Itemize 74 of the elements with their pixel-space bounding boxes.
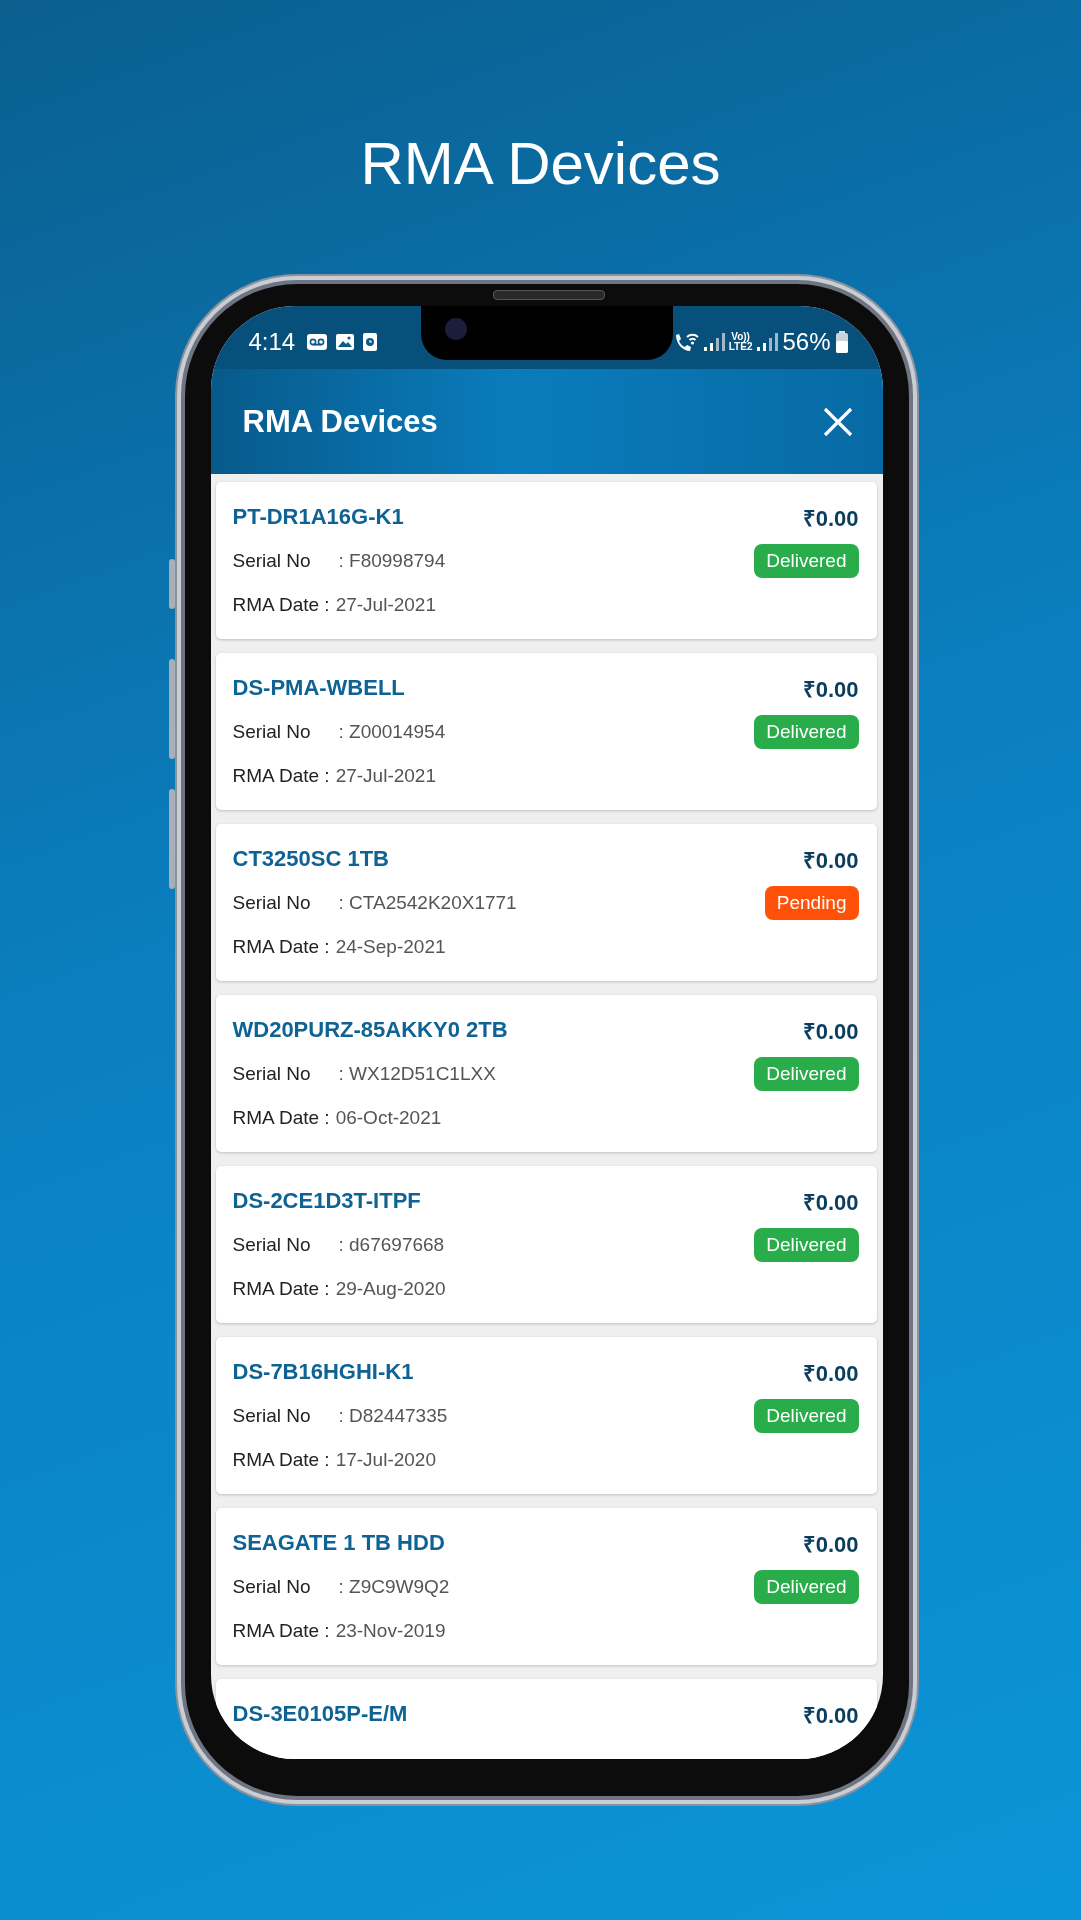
rma-date: 23-Nov-2019 bbox=[335, 1620, 446, 1642]
image-icon bbox=[335, 332, 356, 351]
device-card[interactable]: WD20PURZ-85AKKY0 2TB ₹0.00 Serial No : WX12D51C1LXX Delivered RMA Date : 06-Oct-2021 bbox=[215, 995, 877, 1152]
status-badge: Delivered bbox=[754, 544, 859, 578]
page-title: RMA Devices bbox=[360, 129, 721, 199]
serial-number: : D82447335 bbox=[338, 1405, 448, 1427]
rma-date: 27-Jul-2021 bbox=[335, 594, 436, 616]
signal-icon bbox=[756, 331, 779, 352]
device-name: SEAGATE 1 TB HDD bbox=[232, 1530, 445, 1556]
field-label: RMA Date : bbox=[232, 1449, 330, 1471]
price: ₹0.00 bbox=[802, 1702, 859, 1729]
network-label: Vo)) bbox=[731, 331, 750, 342]
status-badge: Delivered bbox=[754, 1570, 859, 1604]
serial-number: : CTA2542K20X1771 bbox=[338, 892, 517, 914]
device-name: DS-7B16HGHI-K1 bbox=[232, 1359, 414, 1385]
camera-lens bbox=[444, 318, 467, 340]
price: ₹0.00 bbox=[802, 676, 859, 703]
field-label: RMA Date : bbox=[232, 594, 330, 616]
field-label: Serial No bbox=[232, 892, 312, 914]
device-name: DS-3E0105P-E/M bbox=[232, 1701, 408, 1727]
header-title: RMA Devices bbox=[242, 403, 438, 440]
status-badge: Delivered bbox=[754, 1057, 859, 1091]
rma-date: 29-Aug-2020 bbox=[335, 1278, 446, 1300]
clock-icon bbox=[362, 331, 379, 352]
rma-date: 17-Jul-2020 bbox=[335, 1449, 436, 1471]
serial-number: : WX12D51C1LXX bbox=[338, 1063, 496, 1085]
device-card[interactable]: PT-DR1A16G-K1 ₹0.00 Serial No : F80998794 Delivered RMA Date : 27-Jul-2021 bbox=[215, 482, 877, 639]
battery-icon bbox=[834, 329, 849, 354]
network-label: LTE2 bbox=[728, 341, 753, 352]
voicemail-icon bbox=[306, 332, 329, 351]
field-label: Serial No bbox=[232, 550, 312, 572]
device-card[interactable]: DS-7B16HGHI-K1 ₹0.00 Serial No : D82447335 Delivered RMA Date : 17-Jul-2020 bbox=[215, 1337, 877, 1494]
close-icon bbox=[822, 406, 853, 437]
price: ₹0.00 bbox=[802, 1360, 859, 1387]
field-label: RMA Date : bbox=[232, 1107, 330, 1129]
field-label: Serial No bbox=[232, 1234, 312, 1256]
field-label: RMA Date : bbox=[232, 1278, 330, 1300]
status-badge: Pending bbox=[764, 886, 859, 920]
rma-date: 27-Jul-2021 bbox=[335, 765, 436, 787]
device-card[interactable]: DS-PMA-WBELL ₹0.00 Serial No : Z00014954 Delivered RMA Date : 27-Jul-2021 bbox=[215, 653, 877, 810]
field-label: RMA Date : bbox=[232, 765, 330, 787]
status-badge: Delivered bbox=[754, 1228, 859, 1262]
field-label: RMA Date : bbox=[232, 936, 330, 958]
field-label: Serial No bbox=[232, 1576, 312, 1598]
price: ₹0.00 bbox=[802, 1018, 859, 1045]
field-label: Serial No bbox=[232, 1405, 312, 1427]
clock: 4:14 bbox=[248, 327, 296, 356]
device-card[interactable]: DS-2CE1D3T-ITPF ₹0.00 Serial No : d67697668 Delivered RMA Date : 29-Aug-2020 bbox=[215, 1166, 877, 1323]
device-card[interactable]: DS-3E0105P-E/M ₹0.00 bbox=[215, 1679, 877, 1759]
rma-date: 24-Sep-2021 bbox=[335, 936, 446, 958]
serial-number: : d67697668 bbox=[338, 1234, 445, 1256]
field-label: RMA Date : bbox=[232, 1620, 330, 1642]
rma-date: 06-Oct-2021 bbox=[335, 1107, 442, 1129]
serial-number: : F80998794 bbox=[338, 550, 446, 572]
device-name: DS-PMA-WBELL bbox=[232, 675, 405, 701]
battery-level: 56% bbox=[782, 327, 831, 356]
price: ₹0.00 bbox=[802, 1189, 859, 1216]
serial-number: : Z9C9W9Q2 bbox=[338, 1576, 450, 1598]
wifi-calling-icon bbox=[674, 331, 699, 352]
device-name: PT-DR1A16G-K1 bbox=[232, 504, 404, 530]
price: ₹0.00 bbox=[802, 1531, 859, 1558]
price: ₹0.00 bbox=[802, 847, 859, 874]
device-card[interactable]: CT3250SC 1TB ₹0.00 Serial No : CTA2542K20X1771 Pending RMA Date : 24-Sep-2021 bbox=[215, 824, 877, 981]
signal-icon bbox=[702, 331, 725, 352]
field-label: Serial No bbox=[232, 721, 312, 743]
device-card[interactable]: SEAGATE 1 TB HDD ₹0.00 Serial No : Z9C9W9Q2 Delivered RMA Date : 23-Nov-2019 bbox=[215, 1508, 877, 1665]
status-badge: Delivered bbox=[754, 1399, 859, 1433]
device-name: CT3250SC 1TB bbox=[232, 846, 389, 872]
field-label: Serial No bbox=[232, 1063, 312, 1085]
price: ₹0.00 bbox=[802, 505, 859, 532]
device-name: DS-2CE1D3T-ITPF bbox=[232, 1188, 421, 1214]
status-badge: Delivered bbox=[754, 715, 859, 749]
serial-number: : Z00014954 bbox=[338, 721, 446, 743]
device-name: WD20PURZ-85AKKY0 2TB bbox=[232, 1017, 508, 1043]
